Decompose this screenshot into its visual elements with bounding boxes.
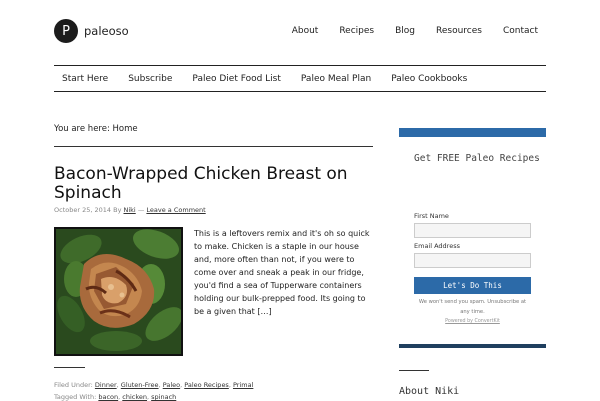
category-link[interactable]: Gluten-Free [121, 381, 159, 389]
primary-nav: About Recipes Blog Resources Contact [271, 26, 538, 36]
about-divider [399, 370, 429, 371]
nav-link-meal-plan[interactable]: Paleo Meal Plan [301, 74, 371, 84]
site-name: paleoso [84, 24, 129, 38]
site-logo[interactable]: P paleoso [54, 19, 129, 43]
post-date: October 25, 2014 [54, 206, 112, 214]
leave-comment-link[interactable]: Leave a Comment [146, 206, 205, 214]
widget-top-bar [399, 128, 546, 137]
post-title[interactable]: Bacon-Wrapped Chicken Breast on Spinach [54, 165, 374, 203]
email-field[interactable] [414, 253, 531, 268]
category-link[interactable]: Paleo Recipes [184, 381, 229, 389]
nav-link-resources[interactable]: Resources [436, 26, 482, 36]
meta-separator: — [137, 206, 145, 214]
about-widget-title: About Niki [399, 386, 460, 397]
category-link[interactable]: Paleo [163, 381, 180, 389]
category-link[interactable]: Primal [233, 381, 253, 389]
nav-link-cookbooks[interactable]: Paleo Cookbooks [391, 74, 467, 84]
first-name-label: First Name [414, 212, 449, 220]
nav-link-subscribe[interactable]: Subscribe [128, 74, 172, 84]
spam-note: We won't send you spam. Unsubscribe at a… [418, 299, 527, 315]
signup-widget-title: Get FREE Paleo Recipes [414, 153, 540, 164]
secondary-nav: Start Here Subscribe Paleo Diet Food Lis… [54, 65, 546, 92]
categories-label: Filed Under: [54, 381, 93, 389]
site-header: P paleoso About Recipes Blog Resources C… [0, 0, 600, 62]
nav-link-food-list[interactable]: Paleo Diet Food List [192, 74, 280, 84]
breadcrumb: You are here: Home [54, 124, 138, 134]
logo-badge: P [54, 19, 78, 43]
nav-link-recipes[interactable]: Recipes [339, 26, 374, 36]
widget-bottom-bar [399, 344, 546, 348]
nav-link-start-here[interactable]: Start Here [62, 74, 108, 84]
breadcrumb-prefix: You are here: [54, 124, 110, 134]
nav-link-blog[interactable]: Blog [395, 26, 415, 36]
nav-link-about[interactable]: About [292, 26, 319, 36]
post-by-label: By [113, 206, 122, 214]
email-label: Email Address [414, 242, 460, 250]
post-thumbnail[interactable] [54, 227, 183, 356]
post-meta: October 25, 2014 By Niki — Leave a Comme… [54, 206, 206, 214]
powered-by-link[interactable]: Powered by ConvertKit [414, 319, 531, 324]
signup-button[interactable]: Let's Do This [414, 277, 531, 294]
nav-link-contact[interactable]: Contact [503, 26, 538, 36]
breadcrumb-current[interactable]: Home [113, 124, 138, 134]
footer-divider [54, 367, 85, 368]
post-categories: Filed Under: Dinner, Gluten-Free, Paleo,… [54, 381, 254, 389]
post-excerpt: This is a leftovers remix and it's oh so… [194, 229, 370, 316]
chicken-on-spinach-image [56, 229, 181, 354]
divider [54, 146, 373, 147]
post-author-link[interactable]: Niki [124, 206, 136, 214]
category-link[interactable]: Dinner [95, 381, 117, 389]
first-name-field[interactable] [414, 223, 531, 238]
